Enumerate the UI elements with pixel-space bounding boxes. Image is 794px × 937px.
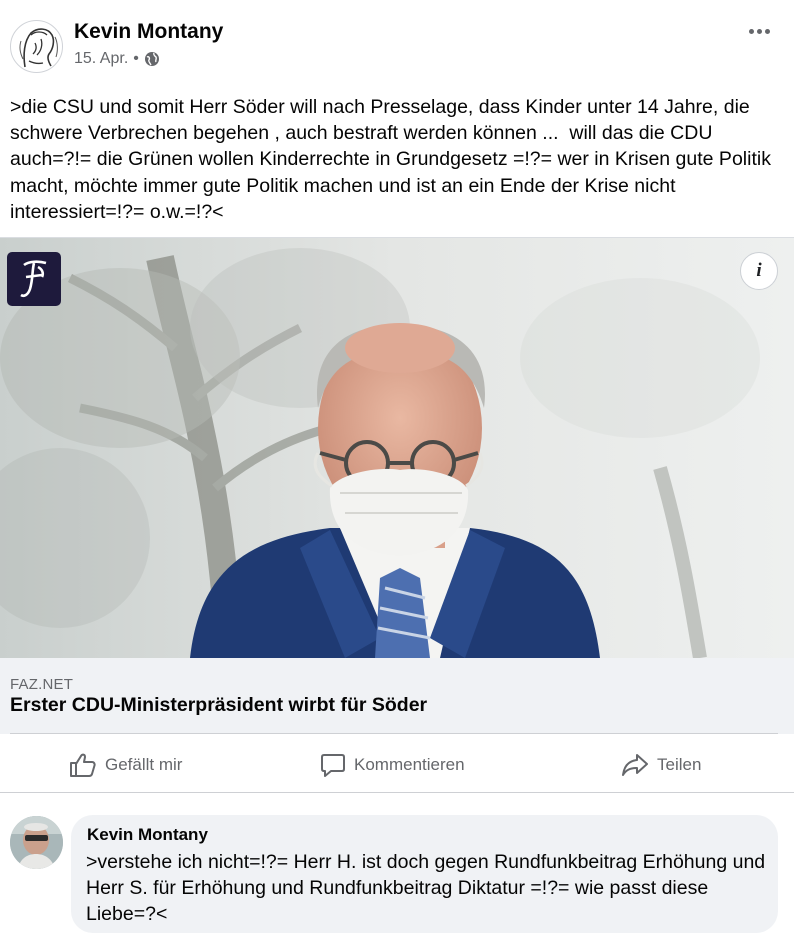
post-text: >die CSU und somit Herr Söder will nach … [10,96,777,223]
more-options-icon[interactable] [742,18,776,44]
commenter-avatar[interactable] [10,816,63,869]
share-button[interactable]: Teilen [621,740,701,790]
author-avatar[interactable] [10,20,63,73]
link-source: FAZ.NET [10,676,74,693]
divider [10,733,778,734]
link-preview-info[interactable]: FAZ.NET Erster CDU-Ministerpräsident wir… [0,658,794,734]
share-arrow-icon [622,754,648,776]
like-label: Gefällt mir [105,755,183,774]
info-icon[interactable]: i [740,252,778,290]
link-preview-card[interactable]: i FAZ.NET Erster CDU-Ministerpräsident w… [0,237,794,734]
post-meta: 15. Apr. • [74,50,160,68]
faz-logo-icon [20,260,47,298]
like-button[interactable]: Gefällt mir [69,740,182,790]
news-photo [0,238,794,658]
link-title[interactable]: Erster CDU-Ministerpräsident wirbt für S… [10,694,427,717]
comment-text: >verstehe ich nicht=!?= Herr H. ist doch… [86,851,766,925]
comment-label: Kommentieren [354,755,465,774]
comment-author-name[interactable]: Kevin Montany [87,825,208,845]
publisher-logo [7,252,61,306]
comment-button[interactable]: Kommentieren [320,740,465,790]
post-author-name[interactable]: Kevin Montany [74,20,223,44]
comment-icon [321,754,345,777]
share-label: Teilen [657,755,702,774]
post-date[interactable]: 15. Apr. [74,50,128,68]
link-preview-image[interactable]: i [0,238,794,658]
avatar-photo [10,816,63,869]
thumbs-up-icon [70,753,96,777]
globe-icon[interactable] [144,51,160,67]
line-portrait-icon [19,28,58,68]
divider [0,792,794,793]
post-actions: Gefällt mir Kommentieren Teilen [0,740,794,790]
post-header: Kevin Montany 15. Apr. • [0,0,794,90]
comment-bubble: Kevin Montany >verstehe ich nicht=!?= He… [71,815,778,933]
meta-separator: • [133,50,139,67]
